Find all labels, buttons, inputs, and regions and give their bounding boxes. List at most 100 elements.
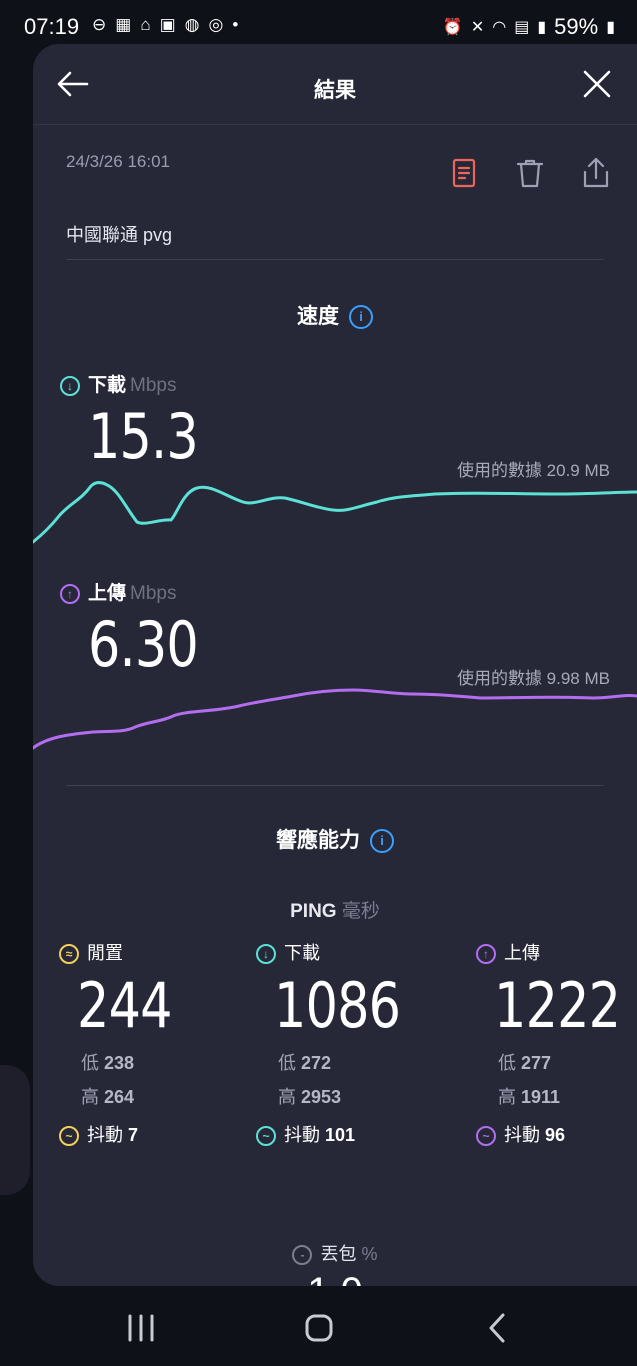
ping-idle-label: ≈ 閒置 <box>59 939 249 965</box>
responsiveness-title: 響應能力 <box>276 829 360 852</box>
report-icon[interactable] <box>447 156 481 190</box>
low-value: 277 <box>521 1053 552 1073</box>
volte-icon: ▤ <box>514 19 530 36</box>
ping-upload-jitter: ~ 抖動 96 <box>476 1121 637 1147</box>
ping-upload-value: 1222 <box>494 969 621 1042</box>
ping-download-column: ↓ 下載 1086 低 272 高 2953 ~ 抖動 101 <box>256 939 446 1147</box>
page-title: 結果 <box>314 79 356 102</box>
low-value: 272 <box>301 1053 332 1073</box>
home-icon[interactable] <box>299 1310 339 1346</box>
back-nav-icon[interactable] <box>478 1310 518 1346</box>
jitter-value: 7 <box>128 1125 139 1145</box>
result-date: 24/3/26 16:01 <box>66 152 170 171</box>
info-icon[interactable]: i <box>370 829 394 854</box>
low-value: 238 <box>104 1053 135 1073</box>
low-label: 低 <box>278 1053 296 1073</box>
jitter-icon: ~ <box>256 1126 276 1147</box>
packet-loss-label: - 丟包 % <box>33 1240 637 1266</box>
jitter-value: 101 <box>325 1125 356 1145</box>
jitter-label: 抖動 <box>87 1125 123 1145</box>
jitter-label: 抖動 <box>504 1125 540 1145</box>
ping-download-value: 1086 <box>274 969 401 1042</box>
upload-arrow-icon: ↑ <box>60 583 80 604</box>
ping-download-label: ↓ 下載 <box>256 939 446 965</box>
responsiveness-section-title: 響應能力 i <box>33 824 637 854</box>
status-time: 07:19 <box>24 14 80 39</box>
info-icon[interactable]: i <box>349 305 373 330</box>
ping-upload-high: 高 1911 <box>476 1083 637 1109</box>
jitter-icon: ~ <box>59 1126 79 1147</box>
mms-icon: ▦ <box>115 15 132 34</box>
packet-loss-icon: - <box>292 1245 313 1266</box>
jitter-icon: ~ <box>476 1126 496 1147</box>
instagram-icon: ◎ <box>208 15 224 34</box>
server-name: 中國聯通 pvg <box>66 225 173 245</box>
header: 結果 <box>33 44 637 125</box>
high-label: 高 <box>278 1087 296 1107</box>
high-label: 高 <box>498 1087 516 1107</box>
ping-idle-high: 高 264 <box>59 1083 249 1109</box>
upload-speed-graph <box>33 688 637 750</box>
packet-loss-unit: % <box>361 1244 378 1264</box>
low-label: 低 <box>498 1053 516 1073</box>
upload-label: ↑ 上傳 Mbps <box>60 578 176 605</box>
idle-icon: ≈ <box>59 944 79 965</box>
signal-icon: ▮ <box>537 19 547 36</box>
download-speed-graph <box>33 481 637 544</box>
trash-icon[interactable] <box>513 156 547 190</box>
high-label: 高 <box>81 1087 99 1107</box>
close-icon[interactable] <box>579 66 615 102</box>
line-app-icon: ◍ <box>184 15 200 34</box>
battery-icon: ▮ <box>606 19 615 36</box>
divider <box>66 259 604 260</box>
ping-label: PING <box>290 901 337 922</box>
share-icon[interactable] <box>579 156 613 190</box>
download-label: ↓ 下載 Mbps <box>60 370 176 397</box>
jitter-value: 96 <box>545 1125 566 1145</box>
low-label: 低 <box>81 1053 99 1073</box>
download-arrow-icon: ↓ <box>256 944 276 965</box>
ping-upload-low: 低 277 <box>476 1049 637 1075</box>
ping-upload-label: ↑ 上傳 <box>476 939 637 965</box>
divider <box>66 785 604 786</box>
download-speed-value: 15.3 <box>88 400 199 473</box>
high-value: 1911 <box>521 1087 561 1107</box>
upload-arrow-icon: ↑ <box>476 944 496 965</box>
background-card <box>0 1065 30 1195</box>
download-unit: Mbps <box>130 375 177 396</box>
alarm-icon: ⏰ <box>442 19 463 36</box>
ping-download-low: 低 272 <box>256 1049 446 1075</box>
packet-loss-value: 1.0 <box>33 1270 637 1286</box>
ping-upload-label-text: 上傳 <box>504 943 540 963</box>
recent-apps-icon[interactable] <box>121 1310 161 1346</box>
mute-icon: ✕ <box>470 19 485 36</box>
result-sheet: 結果 24/3/26 16:01 中國聯通 pvg 速度 i ↓ 下載 Mbps 15… <box>33 44 637 1286</box>
upload-speed-value: 6.30 <box>88 608 199 681</box>
speed-section-title: 速度 i <box>33 300 637 330</box>
high-value: 264 <box>104 1087 135 1107</box>
dot-icon: • <box>232 15 239 34</box>
navigation-bar <box>0 1286 637 1366</box>
ping-idle-low: 低 238 <box>59 1049 249 1075</box>
speed-title: 速度 <box>297 305 339 328</box>
ping-download-high: 高 2953 <box>256 1083 446 1109</box>
high-value: 2953 <box>301 1087 342 1107</box>
system-icons: ⏰ ✕ ◠ ▤ ▮ 59% ▮ <box>443 14 615 40</box>
ping-idle-label-text: 閒置 <box>87 943 123 963</box>
packet-loss-label-text: 丟包 <box>320 1244 357 1264</box>
download-label-text: 下載 <box>88 375 127 396</box>
upload-unit: Mbps <box>130 583 177 604</box>
ping-idle-column: ≈ 閒置 244 低 238 高 264 ~ 抖動 7 <box>59 939 249 1147</box>
ping-idle-jitter: ~ 抖動 7 <box>59 1121 249 1147</box>
notification-icons: ⊖ ▦ ⌂ ▣ ◍ ◎ • <box>92 14 238 36</box>
ping-download-label-text: 下載 <box>284 943 320 963</box>
upload-label-text: 上傳 <box>88 583 127 604</box>
ping-idle-value: 244 <box>77 969 172 1042</box>
calendar-icon: ▣ <box>159 15 176 34</box>
ping-download-jitter: ~ 抖動 101 <box>256 1121 446 1147</box>
ping-title: PING 毫秒 <box>33 896 637 923</box>
jitter-label: 抖動 <box>284 1125 320 1145</box>
battery-percent: 59% <box>554 14 599 39</box>
ping-upload-column: ↑ 上傳 1222 低 277 高 1911 ~ 抖動 96 <box>476 939 637 1147</box>
minus-circle-icon: ⊖ <box>92 15 107 34</box>
